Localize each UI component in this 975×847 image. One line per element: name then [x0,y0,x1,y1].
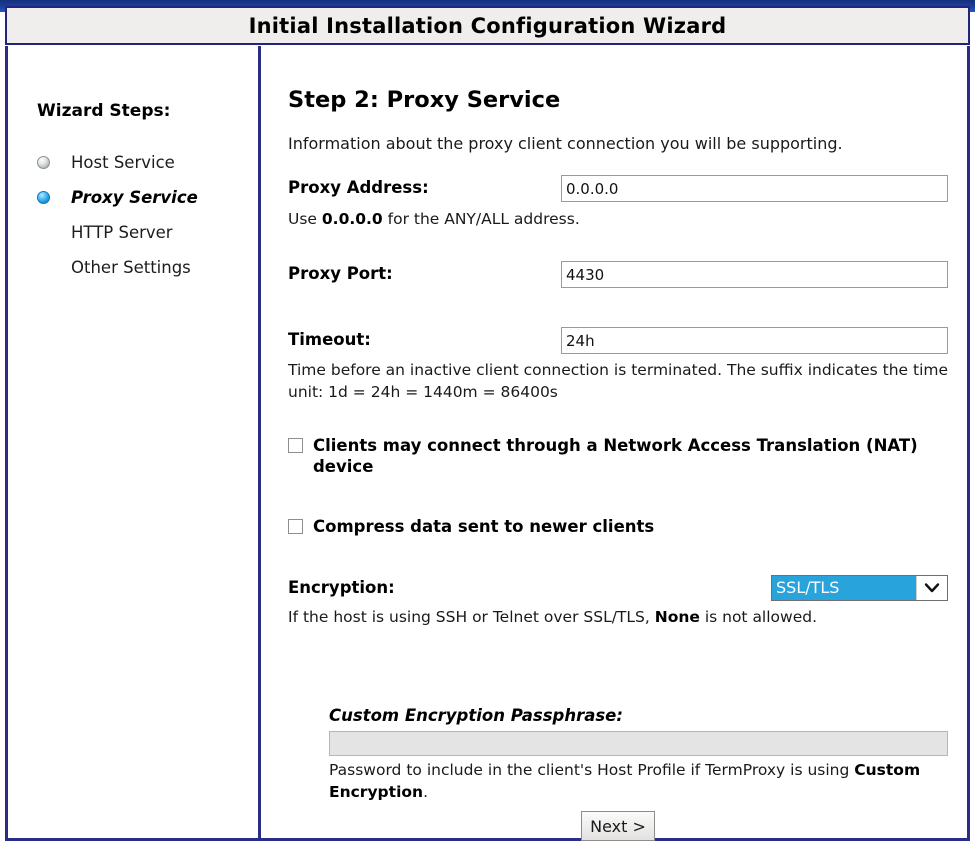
sidebar-item-http-server[interactable]: HTTP Server [37,215,247,250]
sidebar-heading: Wizard Steps: [37,101,170,121]
timeout-help: Time before an inactive client connectio… [288,359,953,403]
passphrase-help: Password to include in the client's Host… [329,759,949,803]
proxy-port-label: Proxy Port: [288,264,393,283]
compress-checkbox-row[interactable]: Compress data sent to newer clients [288,516,948,537]
wizard-steps-list: Host Service Proxy Service HTTP Server O… [37,145,247,285]
gray-sphere-icon [37,156,71,169]
timeout-input[interactable] [561,327,948,354]
encryption-select[interactable]: SSL/TLS [771,575,948,601]
blue-sphere-icon [37,191,71,204]
window-title: Initial Installation Configuration Wizar… [249,14,727,38]
wizard-main-pane: Step 2: Proxy Service Information about … [261,46,967,838]
page-intro-text: Information about the proxy client conne… [288,134,843,153]
sidebar-item-proxy-service[interactable]: Proxy Service [37,180,247,215]
next-button[interactable]: Next > [581,811,655,841]
proxy-port-row: Proxy Port: [288,261,948,288]
page-title: Step 2: Proxy Service [288,87,560,113]
encryption-help-suffix: is not allowed. [700,608,817,626]
sidebar-item-label: Host Service [71,153,175,172]
nat-checkbox-label: Clients may connect through a Network Ac… [313,435,948,477]
compress-checkbox[interactable] [288,519,303,534]
passphrase-label: Custom Encryption Passphrase: [329,706,623,725]
proxy-address-input[interactable] [561,175,948,202]
wizard-window: Initial Installation Configuration Wizar… [0,0,975,847]
passphrase-help-prefix: Password to include in the client's Host… [329,761,854,779]
compress-checkbox-label: Compress data sent to newer clients [313,516,654,537]
window-title-bar: Initial Installation Configuration Wizar… [5,6,970,45]
sidebar-item-host-service[interactable]: Host Service [37,145,247,180]
proxy-address-label: Proxy Address: [288,178,429,197]
encryption-help: If the host is using SSH or Telnet over … [288,606,953,628]
passphrase-help-suffix: . [423,783,428,801]
proxy-address-help: Use 0.0.0.0 for the ANY/ALL address. [288,208,953,230]
encryption-help-prefix: If the host is using SSH or Telnet over … [288,608,655,626]
proxy-address-help-suffix: for the ANY/ALL address. [383,210,580,228]
wizard-sidebar: Wizard Steps: Host Service Proxy Service [8,46,261,838]
proxy-address-help-bold: 0.0.0.0 [322,210,383,228]
passphrase-input[interactable] [329,731,948,756]
proxy-address-help-prefix: Use [288,210,322,228]
wizard-body-frame: Wizard Steps: Host Service Proxy Service [5,46,970,841]
encryption-help-bold: None [655,608,700,626]
sidebar-item-label: Other Settings [71,258,191,277]
timeout-row: Timeout: [288,327,948,354]
nat-checkbox-row[interactable]: Clients may connect through a Network Ac… [288,435,948,477]
timeout-label: Timeout: [288,330,371,349]
encryption-label: Encryption: [288,578,395,597]
proxy-address-row: Proxy Address: [288,175,948,202]
nat-checkbox[interactable] [288,438,303,453]
encryption-row: Encryption: SSL/TLS [288,575,948,602]
sidebar-item-other-settings[interactable]: Other Settings [37,250,247,285]
chevron-down-icon[interactable] [916,576,947,600]
encryption-select-value: SSL/TLS [772,576,916,600]
sidebar-item-label: Proxy Service [71,188,198,207]
sidebar-item-label: HTTP Server [71,223,173,242]
proxy-port-input[interactable] [561,261,948,288]
